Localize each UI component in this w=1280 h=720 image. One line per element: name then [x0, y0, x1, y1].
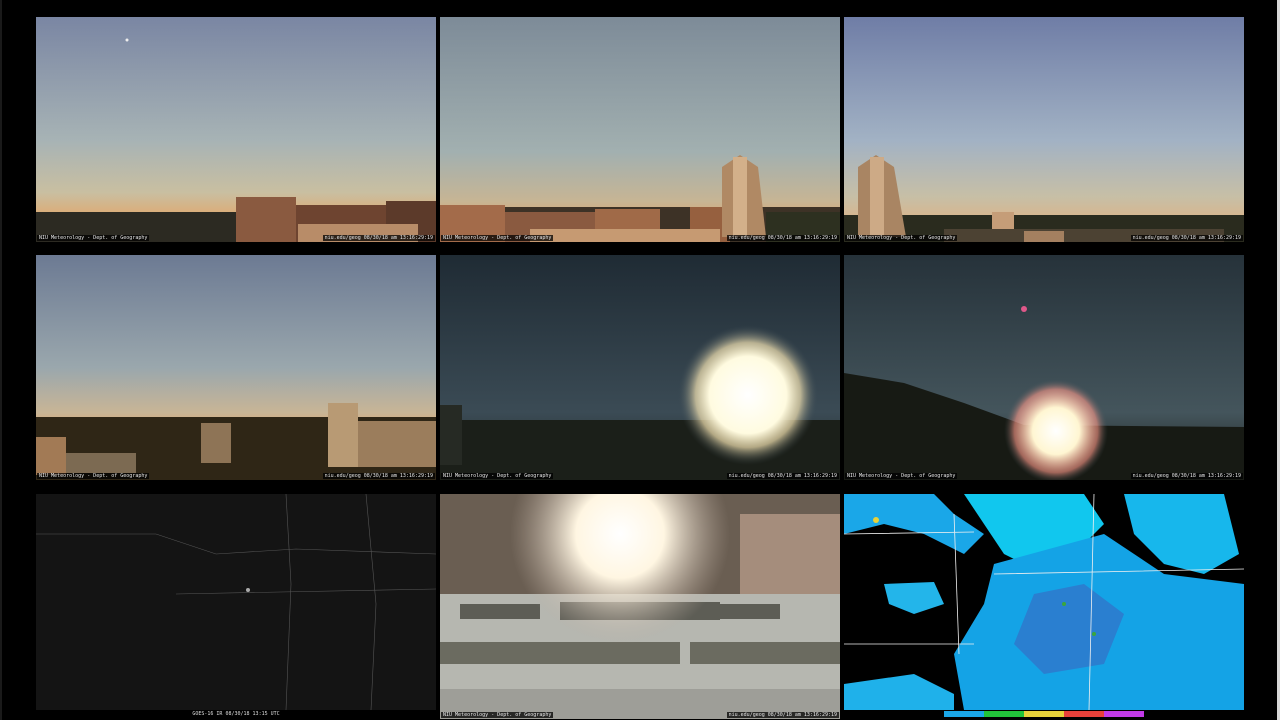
caption-left: NIU Meteorology - Dept. of Geography — [845, 473, 958, 479]
radar-legend — [944, 711, 1144, 717]
caption-left: NIU Meteorology - Dept. of Geography — [441, 712, 554, 718]
caption-right: niu.edu/geog 08/30/18 am 13:16:29:19 — [322, 473, 435, 479]
webcam-grid-page: NIU Meteorology - Dept. of Geography niu… — [0, 0, 1280, 720]
camera-image — [440, 494, 840, 719]
camera-tile-northwest[interactable]: NIU Meteorology - Dept. of Geography niu… — [36, 17, 436, 242]
camera-image — [36, 255, 436, 480]
caption-right: niu.edu/geog 08/30/18 am 13:16:29:19 — [726, 473, 839, 479]
caption-left: NIU Meteorology - Dept. of Geography — [845, 235, 958, 241]
satellite-image — [36, 494, 436, 710]
camera-tile-southwest[interactable]: NIU Meteorology - Dept. of Geography niu… — [36, 255, 436, 480]
camera-image — [440, 17, 840, 242]
caption-left: NIU Meteorology - Dept. of Geography — [37, 473, 150, 479]
caption-left: NIU Meteorology - Dept. of Geography — [441, 473, 554, 479]
camera-tile-southeast[interactable]: NIU Meteorology - Dept. of Geography niu… — [844, 255, 1244, 480]
camera-image — [844, 255, 1244, 480]
camera-tile-east[interactable]: NIU Meteorology - Dept. of Geography niu… — [440, 255, 840, 480]
radar-tile[interactable] — [844, 494, 1244, 710]
camera-image — [36, 17, 436, 242]
camera-tile-north[interactable]: NIU Meteorology - Dept. of Geography niu… — [440, 17, 840, 242]
caption-right: niu.edu/geog 08/30/18 am 13:16:29:19 — [322, 235, 435, 241]
caption-right: niu.edu/geog 08/30/18 am 13:16:29:19 — [1130, 235, 1243, 241]
caption-right: niu.edu/geog 08/30/18 am 13:16:29:19 — [1130, 473, 1243, 479]
satellite-tile[interactable] — [36, 494, 436, 710]
caption-right: niu.edu/geog 08/30/18 am 13:16:29:19 — [726, 712, 839, 718]
camera-image — [440, 255, 840, 480]
satellite-caption: GOES-16 IR 08/30/18 13:15 UTC — [192, 711, 280, 717]
radar-image — [844, 494, 1244, 710]
camera-tile-northeast[interactable]: NIU Meteorology - Dept. of Geography niu… — [844, 17, 1244, 242]
caption-left: NIU Meteorology - Dept. of Geography — [37, 235, 150, 241]
caption-right: niu.edu/geog 08/30/18 am 13:16:29:19 — [726, 235, 839, 241]
camera-image — [844, 17, 1244, 242]
left-border — [0, 0, 2, 720]
caption-left: NIU Meteorology - Dept. of Geography — [441, 235, 554, 241]
camera-tile-mlk-commons[interactable]: NIU Meteorology - Dept. of Geography niu… — [440, 494, 840, 719]
